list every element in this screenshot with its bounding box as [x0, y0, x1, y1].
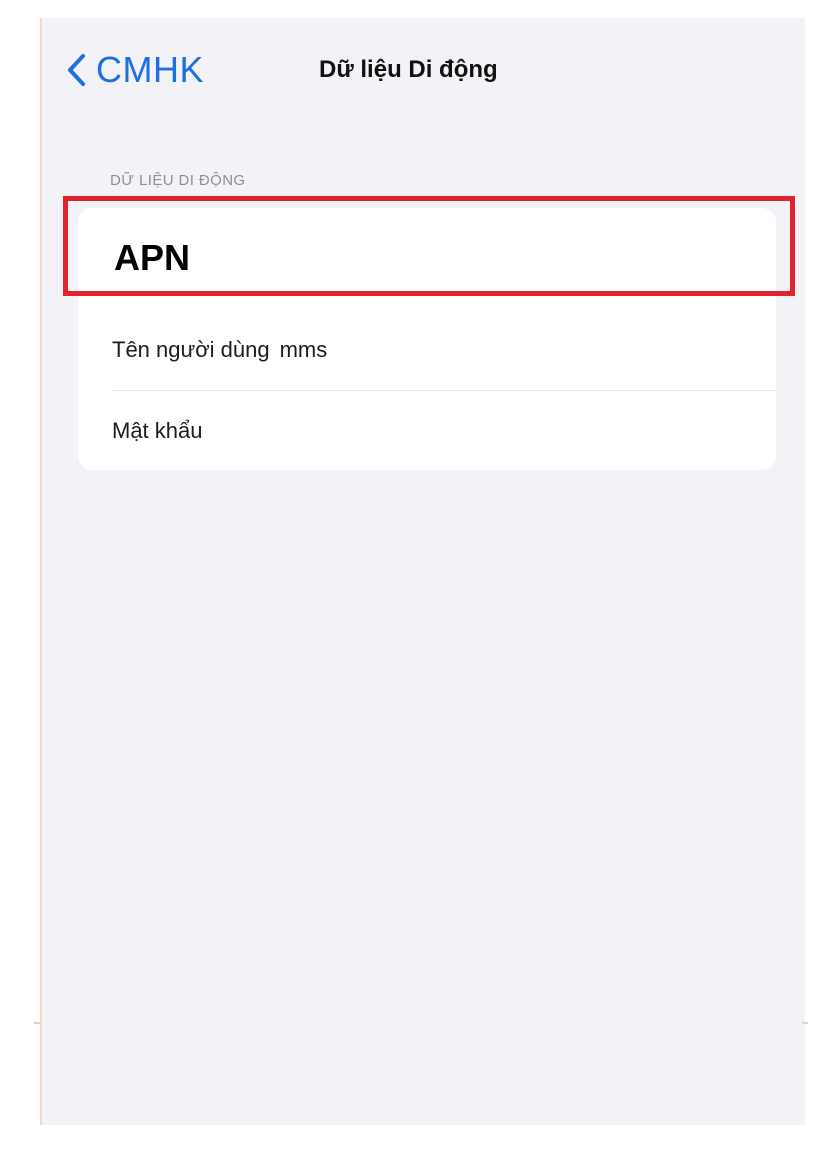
chevron-left-icon — [62, 50, 90, 90]
password-label: Mật khẩu — [112, 418, 203, 443]
password-field[interactable]: Mật khẩu — [78, 392, 776, 470]
page-title: Dữ liệu Di động — [319, 56, 498, 83]
screen-edge-mark — [34, 1022, 40, 1024]
username-field[interactable]: Tên người dùng mms — [78, 308, 776, 392]
settings-card: APN Tên người dùng mms Mật khẩu — [78, 208, 776, 470]
row-divider — [112, 390, 776, 391]
section-header: DỮ LIỆU DI ĐỘNG — [110, 172, 246, 189]
phone-screen: CMHK Dữ liệu Di động DỮ LIỆU DI ĐỘNG APN… — [40, 18, 805, 1125]
username-value: mms — [279, 337, 328, 362]
navigation-bar: CMHK Dữ liệu Di động — [42, 18, 805, 118]
page: CMHK Dữ liệu Di động DỮ LIỆU DI ĐỘNG APN… — [0, 0, 815, 1149]
back-button[interactable]: CMHK — [62, 44, 204, 96]
username-label: Tên người dùng — [112, 337, 270, 362]
apn-field[interactable]: APN — [78, 208, 776, 308]
back-button-label: CMHK — [96, 49, 204, 90]
apn-label: APN — [114, 237, 191, 278]
screen-edge-mark — [802, 1022, 808, 1024]
